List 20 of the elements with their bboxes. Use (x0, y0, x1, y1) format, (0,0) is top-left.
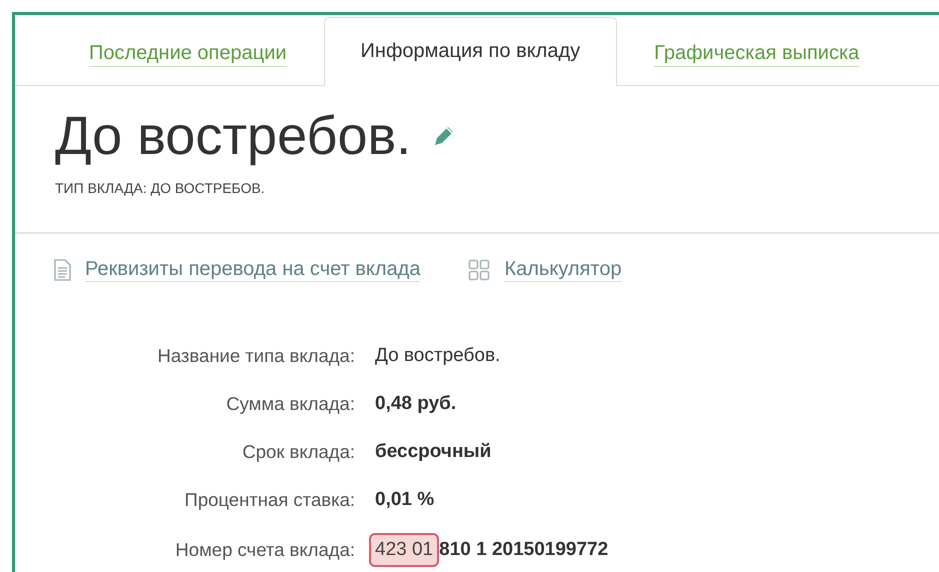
field-label: Срок вклада: (241, 440, 355, 464)
calculator-icon (468, 259, 490, 281)
field-label: Процентная ставка: (184, 488, 355, 512)
deposit-type: ТИП ВКЛАДА: ДО ВОСТРЕБОВ. (55, 180, 266, 196)
link[interactable]: Реквизиты перевода на счет вклада (85, 258, 420, 282)
tab[interactable]: Графическая выписка (617, 21, 896, 86)
field-value: 0,48 руб. (375, 393, 456, 415)
field-label: Название типа вклада: (156, 344, 355, 368)
field-value: 810 1 20150199772 (439, 539, 608, 561)
highlighted-digits: 423 01 (369, 533, 440, 567)
deposit-title: До востребов. (55, 105, 412, 168)
link[interactable]: Калькулятор (504, 258, 622, 282)
field-label: Номер счета вклада: (174, 538, 355, 562)
field-value: 0,01 % (375, 489, 434, 511)
field-label: Сумма вклада: (225, 392, 355, 416)
tab[interactable]: Последние операции (52, 21, 324, 86)
document-icon (53, 259, 71, 281)
field-value: До востребов. (375, 345, 500, 367)
tab[interactable]: Информация по вкладу (324, 17, 618, 86)
field-value: бессрочный (375, 441, 492, 463)
